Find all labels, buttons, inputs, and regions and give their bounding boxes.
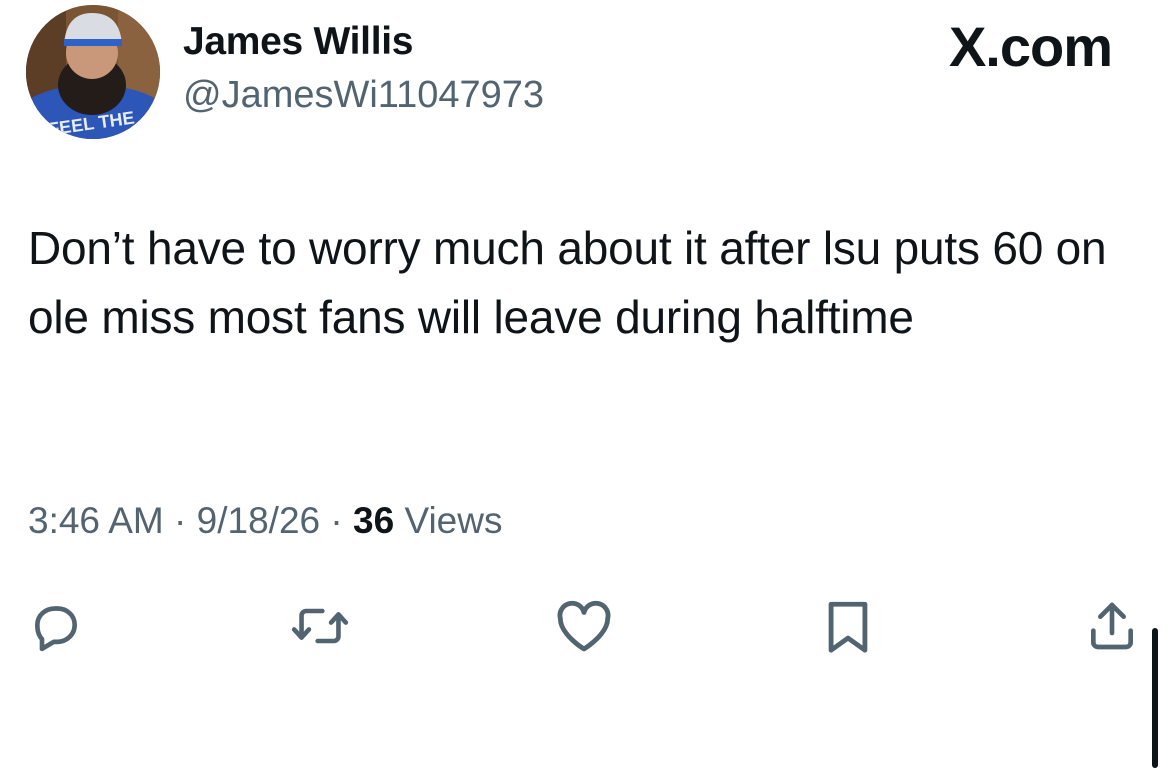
avatar-image: FEEL THE: [26, 5, 160, 139]
heart-icon: [557, 600, 611, 652]
tweet-time[interactable]: 3:46 AM: [28, 500, 164, 541]
views-label: Views: [404, 500, 503, 541]
share-icon: [1091, 602, 1133, 650]
author-display-name[interactable]: James Willis: [183, 20, 413, 64]
views-count: 36: [353, 500, 395, 541]
retweet-button[interactable]: [290, 596, 350, 656]
author-handle[interactable]: @JamesWi11047973: [183, 74, 544, 117]
like-button[interactable]: [554, 596, 614, 656]
bookmark-button[interactable]: [818, 596, 878, 656]
bookmark-icon: [828, 601, 868, 653]
reply-button[interactable]: [26, 596, 86, 656]
tweet-text: Don’t have to worry much about it after …: [28, 222, 1107, 343]
author-avatar[interactable]: FEEL THE: [26, 5, 160, 139]
meta-separator: ·: [330, 500, 343, 541]
brand-logo-text: X.com: [948, 15, 1113, 78]
share-button[interactable]: [1082, 596, 1142, 656]
retweet-icon: [291, 608, 349, 644]
scroll-indicator[interactable]: [1152, 628, 1158, 768]
reply-icon: [35, 606, 77, 652]
tweet-date[interactable]: 9/18/26: [197, 500, 320, 541]
meta-separator: ·: [174, 500, 187, 541]
tweet-meta: 3:46 AM · 9/18/26 · 36 Views: [28, 500, 502, 542]
